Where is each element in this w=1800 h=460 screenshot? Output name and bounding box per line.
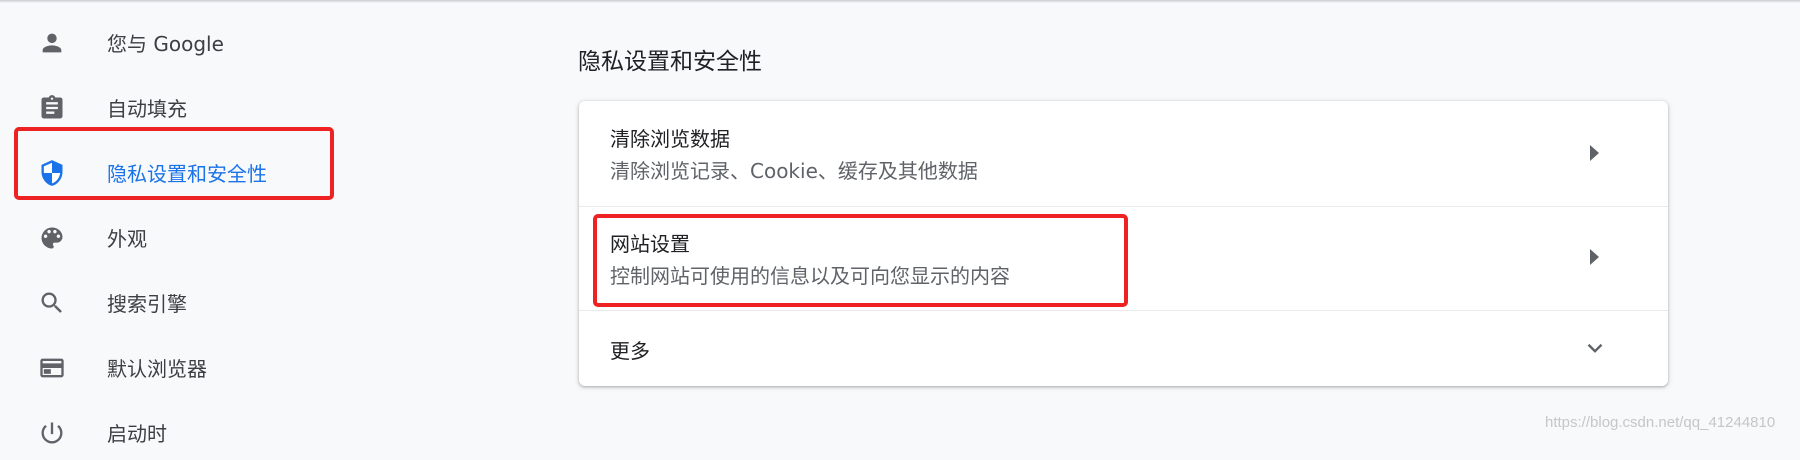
section-title: 隐私设置和安全性 <box>578 49 762 75</box>
clipboard-icon <box>38 94 66 122</box>
arrow-right-icon <box>1590 249 1599 265</box>
sidebar-item-search-engine[interactable]: 搜索引擎 <box>0 274 520 330</box>
sidebar-item-label: 搜索引擎 <box>107 291 187 316</box>
row-title: 清除浏览数据 <box>610 127 730 151</box>
highlight-box-site-settings <box>593 214 1128 307</box>
browser-window-icon <box>38 354 66 382</box>
sidebar-item-label: 默认浏览器 <box>107 356 207 381</box>
sidebar-item-appearance[interactable]: 外观 <box>0 209 520 265</box>
clear-browsing-data-row[interactable]: 清除浏览数据 清除浏览记录、Cookie、缓存及其他数据 <box>579 101 1668 205</box>
sidebar-item-you-and-google[interactable]: 您与 Google <box>0 14 520 70</box>
sidebar-item-label: 启动时 <box>107 421 167 446</box>
person-icon <box>38 29 66 57</box>
sidebar-item-label: 外观 <box>107 226 147 251</box>
settings-sidebar: 您与 Google 自动填充 隐私设置和安全性 外观 搜索引擎 默认浏览器 启动… <box>0 0 520 446</box>
highlight-box-privacy <box>14 127 334 200</box>
more-row[interactable]: 更多 <box>579 310 1668 387</box>
palette-icon <box>38 224 66 252</box>
sidebar-item-on-startup[interactable]: 启动时 <box>0 404 520 460</box>
sidebar-item-label: 自动填充 <box>107 96 187 121</box>
row-subtitle: 清除浏览记录、Cookie、缓存及其他数据 <box>610 159 978 183</box>
search-icon <box>38 289 66 317</box>
row-title: 更多 <box>610 339 650 363</box>
sidebar-item-default-browser[interactable]: 默认浏览器 <box>0 339 520 395</box>
sidebar-item-label: 您与 Google <box>107 31 224 56</box>
arrow-right-icon <box>1590 145 1599 161</box>
watermark: https://blog.csdn.net/qq_41244810 <box>1545 414 1776 431</box>
chevron-down-icon[interactable] <box>1582 335 1608 361</box>
